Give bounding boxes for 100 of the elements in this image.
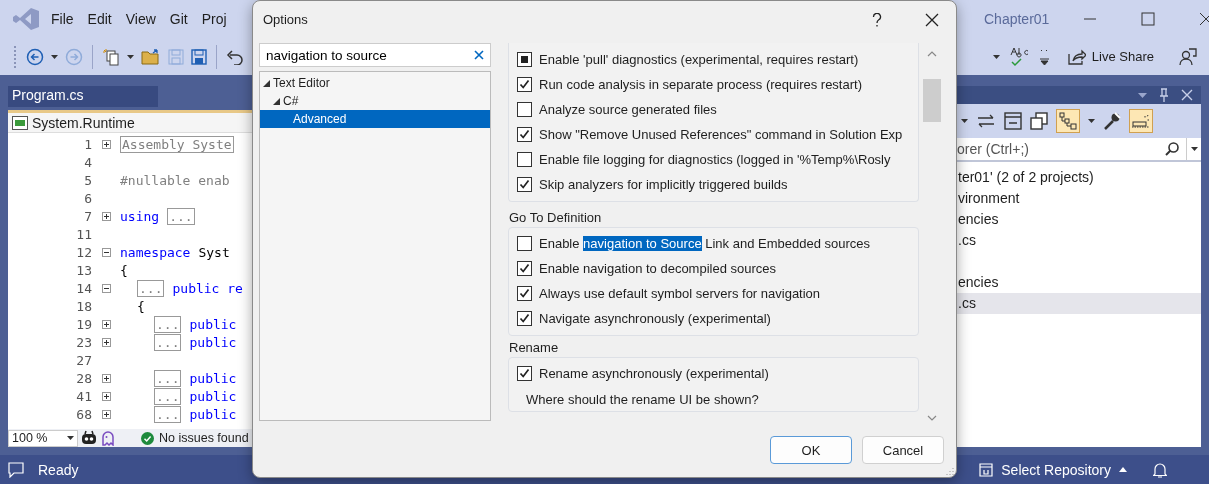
- tree-item[interactable]: ter01' (2 of 2 projects): [957, 167, 1201, 188]
- toggle-button[interactable]: [1129, 109, 1153, 133]
- live-share-button[interactable]: Live Share: [1063, 46, 1158, 67]
- expand-icon[interactable]: [101, 409, 111, 419]
- tree-item[interactable]: encies: [957, 272, 1201, 293]
- scrollbar-thumb[interactable]: [923, 79, 941, 122]
- collapsed-code[interactable]: ...: [154, 369, 182, 387]
- expand-icon[interactable]: [101, 373, 111, 383]
- menu-item[interactable]: Edit: [80, 11, 119, 27]
- robot-icon[interactable]: [81, 430, 97, 446]
- line-number: 13: [75, 262, 92, 278]
- collapsed-code[interactable]: ...: [167, 207, 195, 225]
- option-label: Run code analysis in separate process (requires restart): [539, 77, 862, 92]
- line-number: 28: [75, 370, 92, 386]
- collapsed-code[interactable]: ...: [154, 387, 182, 405]
- caret-icon[interactable]: [992, 54, 1000, 59]
- document-tab[interactable]: Program.cs: [8, 86, 158, 107]
- line-number: 23: [75, 334, 92, 350]
- collapsed-code[interactable]: Assembly Syste: [120, 135, 234, 153]
- option-label: Enable file logging for diagnostics (logged in '%Temp%\Rosly: [539, 152, 891, 167]
- tree-item[interactable]: Advanced: [260, 110, 490, 128]
- tree-item[interactable]: encies: [957, 209, 1201, 230]
- checkbox[interactable]: [517, 366, 532, 381]
- menu-item[interactable]: Git: [162, 11, 195, 27]
- expand-icon[interactable]: [101, 139, 111, 149]
- caret-icon[interactable]: [51, 54, 58, 59]
- close-icon[interactable]: [1199, 12, 1209, 26]
- dialog-title: Options: [263, 12, 308, 27]
- pin-icon[interactable]: [1159, 88, 1169, 102]
- checkbox[interactable]: [517, 236, 532, 251]
- ok-button[interactable]: OK: [770, 436, 852, 464]
- spell-check-icon[interactable]: [1008, 46, 1031, 67]
- clear-icon[interactable]: [474, 50, 484, 60]
- new-item-icon[interactable]: [102, 47, 120, 66]
- menu-item[interactable]: View: [118, 11, 163, 27]
- checkbox[interactable]: [517, 286, 532, 301]
- save-all-icon[interactable]: [191, 48, 207, 65]
- toggle-button[interactable]: [1056, 109, 1080, 133]
- copy-icon[interactable]: [1030, 112, 1048, 130]
- menu-item[interactable]: Proj: [194, 11, 234, 27]
- chevron-up-icon[interactable]: [927, 51, 937, 57]
- tree-item[interactable]: C#: [260, 92, 490, 110]
- tree-item[interactable]: vironment: [957, 188, 1201, 209]
- maximize-icon[interactable]: [1141, 12, 1156, 26]
- checkbox[interactable]: [517, 261, 532, 276]
- app-logo-icon: [13, 7, 39, 31]
- checkbox[interactable]: [517, 177, 532, 192]
- caret-icon[interactable]: [127, 54, 134, 59]
- status-text: Ready: [38, 461, 79, 478]
- chevron-down-icon[interactable]: [927, 415, 937, 421]
- collapsed-code[interactable]: ...: [154, 333, 182, 351]
- checkbox[interactable]: [517, 52, 532, 67]
- resize-grip-icon[interactable]: [946, 467, 954, 475]
- menu-item[interactable]: File: [44, 11, 81, 27]
- collapse-icon[interactable]: [101, 283, 111, 293]
- checkbox[interactable]: [517, 311, 532, 326]
- expanded-arrow-icon: [263, 79, 270, 87]
- folder-icon[interactable]: [141, 48, 161, 65]
- search-field[interactable]: orer (Ctrl+;): [957, 138, 1201, 162]
- collapsed-code[interactable]: ...: [154, 405, 182, 423]
- ghost-icon[interactable]: [100, 430, 116, 446]
- tree-item[interactable]: .cs: [957, 230, 1201, 251]
- collapsed-code[interactable]: ...: [137, 279, 165, 297]
- repository-selector[interactable]: Select Repository: [979, 461, 1127, 478]
- bell-icon[interactable]: [1153, 461, 1167, 478]
- checkbox[interactable]: [517, 127, 532, 142]
- line-number: 18: [75, 298, 92, 314]
- group-title: Rename: [508, 339, 560, 357]
- collapse-all-icon[interactable]: [1004, 112, 1022, 130]
- expand-icon[interactable]: [101, 391, 111, 401]
- line-number: 41: [75, 388, 92, 404]
- tree-item[interactable]: .cs: [957, 293, 1201, 314]
- collapse-icon[interactable]: [101, 247, 111, 257]
- tree-item[interactable]: Text Editor: [260, 74, 490, 92]
- undo-icon[interactable]: [226, 48, 244, 65]
- help-icon[interactable]: [872, 12, 882, 27]
- option-label: Skip analyzers for implicitly triggered builds: [539, 177, 788, 192]
- checkbox[interactable]: [517, 77, 532, 92]
- caret-icon[interactable]: [961, 119, 968, 123]
- feedback-person-icon[interactable]: [1179, 47, 1197, 66]
- code-keyword: using: [120, 208, 160, 224]
- expanded-arrow-icon: [273, 97, 280, 105]
- checkbox[interactable]: [517, 102, 532, 117]
- collapsed-code[interactable]: ...: [154, 315, 182, 333]
- overflow-icon[interactable]: [1039, 47, 1049, 66]
- dropdown-toggle[interactable]: [1186, 138, 1201, 160]
- navigation-dropdown[interactable]: System.Runtime: [8, 113, 258, 132]
- expand-icon[interactable]: [101, 337, 111, 347]
- checkbox[interactable]: [517, 152, 532, 167]
- expand-icon[interactable]: [101, 319, 111, 329]
- zoom-dropdown[interactable]: 100 %: [8, 429, 78, 447]
- search-icon: [1165, 142, 1179, 156]
- option-label: Analyze source generated files: [539, 102, 717, 117]
- caret-icon[interactable]: [1088, 119, 1095, 123]
- comment-icon[interactable]: [8, 461, 24, 478]
- cancel-button[interactable]: Cancel: [862, 436, 944, 464]
- search-field[interactable]: navigation to source: [259, 43, 491, 67]
- expand-icon[interactable]: [101, 211, 111, 221]
- close-icon[interactable]: [925, 12, 939, 27]
- sync-arrows-icon[interactable]: [976, 113, 996, 129]
